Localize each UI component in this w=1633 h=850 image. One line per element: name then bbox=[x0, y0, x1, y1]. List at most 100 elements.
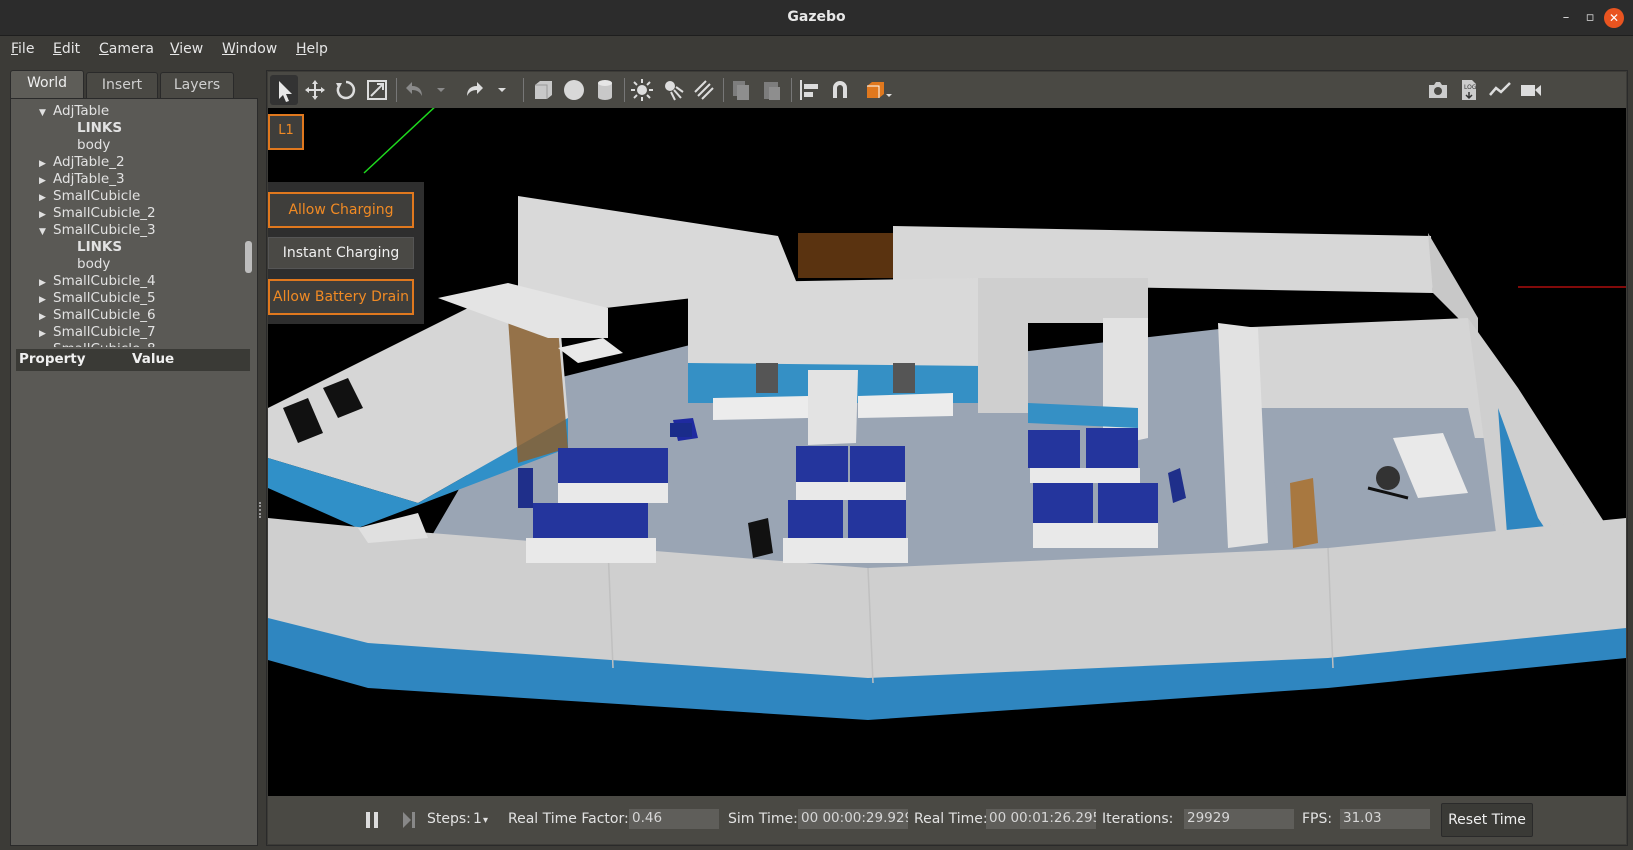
collapsed-arrow-icon[interactable]: ▶ bbox=[39, 312, 53, 322]
sim-time-field: 00 00:00:29.929 bbox=[798, 809, 908, 829]
menu-camera[interactable]: Camera bbox=[99, 41, 154, 57]
property-column-header: Property bbox=[19, 351, 86, 367]
tree-item[interactable]: LINKS bbox=[77, 239, 122, 256]
spot-light-icon[interactable] bbox=[661, 78, 685, 102]
allow-charging-button[interactable]: Allow Charging bbox=[268, 192, 414, 228]
tree-item[interactable]: ▶ SmallCubicle_4 bbox=[39, 273, 156, 290]
toolbar: LOG bbox=[268, 72, 1626, 108]
collapsed-arrow-icon[interactable]: ▶ bbox=[39, 159, 53, 169]
paste-icon[interactable] bbox=[760, 78, 784, 102]
world-panel: ▼ AdjTable LINKS body ▶ AdjTable_2 ▶ AdjTable_3… bbox=[10, 98, 258, 846]
minimize-button[interactable]: – bbox=[1556, 8, 1576, 28]
property-table bbox=[16, 371, 250, 841]
plot-icon[interactable] bbox=[1488, 78, 1512, 102]
collapsed-arrow-icon[interactable]: ▶ bbox=[39, 278, 53, 288]
collapsed-arrow-icon[interactable]: ▶ bbox=[39, 193, 53, 203]
tree-item[interactable]: ▼ AdjTable bbox=[39, 103, 109, 120]
steps-value[interactable]: 1 bbox=[473, 811, 482, 827]
model-tree[interactable]: ▼ AdjTable LINKS body ▶ AdjTable_2 ▶ AdjTable_3… bbox=[15, 103, 237, 347]
translate-icon[interactable] bbox=[303, 78, 327, 102]
tab-layers[interactable]: Layers bbox=[160, 72, 234, 98]
tree-item[interactable]: ▼ SmallCubicle_3 bbox=[39, 222, 156, 239]
tree-item-label: SmallCubicle_8 bbox=[53, 341, 156, 347]
rtf-label: Real Time Factor: bbox=[508, 811, 629, 827]
tree-item-label: AdjTable bbox=[53, 103, 110, 119]
undo-dropdown-icon[interactable] bbox=[434, 78, 448, 102]
directional-light-icon[interactable] bbox=[692, 78, 716, 102]
left-panel: World Insert Layers ▼ AdjTable LINKS body ▶ A… bbox=[8, 70, 258, 846]
tree-item-label: AdjTable_3 bbox=[53, 171, 125, 187]
scene-viewport[interactable]: L1 Allow Charging Instant Charging Allow… bbox=[268, 108, 1626, 796]
fps-label: FPS: bbox=[1302, 811, 1333, 827]
tree-item[interactable]: body bbox=[77, 137, 110, 154]
tree-item-label: SmallCubicle_2 bbox=[53, 205, 156, 221]
pause-icon[interactable] bbox=[364, 811, 380, 829]
collapsed-arrow-icon[interactable]: ▶ bbox=[39, 329, 53, 339]
panel-tabs: World Insert Layers bbox=[8, 70, 258, 98]
office-3d-render bbox=[268, 108, 1626, 720]
collapsed-arrow-icon[interactable]: ▶ bbox=[39, 210, 53, 220]
close-button[interactable]: ✕ bbox=[1604, 8, 1624, 28]
level-button[interactable]: L1 bbox=[268, 114, 304, 150]
view-angle-icon[interactable] bbox=[864, 78, 894, 102]
tree-item[interactable]: ▶ SmallCubicle bbox=[39, 188, 140, 205]
menu-bar: File Edit Camera View Window Help bbox=[0, 36, 1633, 64]
expanded-arrow-icon[interactable]: ▼ bbox=[39, 108, 53, 118]
tab-insert[interactable]: Insert bbox=[86, 72, 158, 98]
redo-icon[interactable] bbox=[463, 78, 487, 102]
tree-item[interactable]: ▶ AdjTable_3 bbox=[39, 171, 125, 188]
collapsed-arrow-icon[interactable]: ▶ bbox=[39, 176, 53, 186]
reset-time-button[interactable]: Reset Time bbox=[1441, 803, 1533, 837]
title-bar: Gazebo – ▫ ✕ bbox=[0, 0, 1633, 36]
undo-icon[interactable] bbox=[402, 78, 426, 102]
tree-item[interactable]: ▶ SmallCubicle_6 bbox=[39, 307, 156, 324]
box-icon[interactable] bbox=[531, 78, 555, 102]
tree-item[interactable]: ▶ AdjTable_2 bbox=[39, 154, 125, 171]
instant-charging-button[interactable]: Instant Charging bbox=[268, 237, 414, 269]
snap-icon[interactable] bbox=[828, 78, 852, 102]
maximize-button[interactable]: ▫ bbox=[1580, 8, 1600, 28]
fps-field: 31.03 bbox=[1340, 809, 1430, 829]
tree-item-label: SmallCubicle_5 bbox=[53, 290, 156, 306]
steps-dropdown-icon[interactable]: ▾ bbox=[483, 815, 488, 826]
copy-icon[interactable] bbox=[729, 78, 753, 102]
tree-item[interactable]: ▶SmallCubicle_8 bbox=[39, 341, 156, 347]
menu-help[interactable]: Help bbox=[296, 41, 328, 57]
collapsed-arrow-icon[interactable]: ▶ bbox=[39, 295, 53, 305]
point-light-icon[interactable] bbox=[630, 78, 654, 102]
panel-splitter[interactable] bbox=[258, 70, 264, 846]
collapsed-arrow-icon[interactable]: ▶ bbox=[39, 346, 53, 347]
tree-item[interactable]: ▶ SmallCubicle_7 bbox=[39, 324, 156, 341]
menu-file[interactable]: File bbox=[11, 41, 34, 57]
tree-item[interactable]: ▶ SmallCubicle_2 bbox=[39, 205, 156, 222]
status-bar: Steps: 1 ▾ Real Time Factor: 0.46 Sim Ti… bbox=[268, 796, 1626, 844]
menu-window[interactable]: Window bbox=[222, 41, 277, 57]
steps-label: Steps: bbox=[427, 811, 471, 827]
sphere-icon[interactable] bbox=[562, 78, 586, 102]
rtf-field: 0.46 bbox=[629, 809, 719, 829]
log-icon[interactable]: LOG bbox=[1457, 78, 1481, 102]
menu-view[interactable]: View bbox=[170, 41, 203, 57]
record-video-icon[interactable] bbox=[1519, 78, 1543, 102]
select-arrow-icon[interactable] bbox=[270, 75, 298, 105]
align-icon[interactable] bbox=[797, 78, 821, 102]
tab-world[interactable]: World bbox=[10, 70, 84, 98]
redo-dropdown-icon[interactable] bbox=[495, 78, 509, 102]
tree-item-label: SmallCubicle_3 bbox=[53, 222, 156, 238]
menu-edit[interactable]: Edit bbox=[53, 41, 80, 57]
tree-item-label: SmallCubicle_4 bbox=[53, 273, 156, 289]
tree-item[interactable]: ▶ SmallCubicle_5 bbox=[39, 290, 156, 307]
tree-item-label: SmallCubicle_6 bbox=[53, 307, 156, 323]
tree-scrollbar[interactable] bbox=[245, 241, 252, 273]
screenshot-icon[interactable] bbox=[1426, 78, 1450, 102]
tree-item-label: LINKS bbox=[77, 239, 123, 255]
cylinder-icon[interactable] bbox=[593, 78, 617, 102]
tree-item[interactable]: LINKS bbox=[77, 120, 122, 137]
tree-item[interactable]: body bbox=[77, 256, 110, 273]
rotate-icon[interactable] bbox=[334, 78, 358, 102]
expanded-arrow-icon[interactable]: ▼ bbox=[39, 227, 53, 237]
allow-battery-drain-button[interactable]: Allow Battery Drain bbox=[268, 279, 414, 315]
step-icon[interactable] bbox=[401, 811, 417, 829]
scale-icon[interactable] bbox=[365, 78, 389, 102]
window-title: Gazebo bbox=[787, 9, 846, 25]
